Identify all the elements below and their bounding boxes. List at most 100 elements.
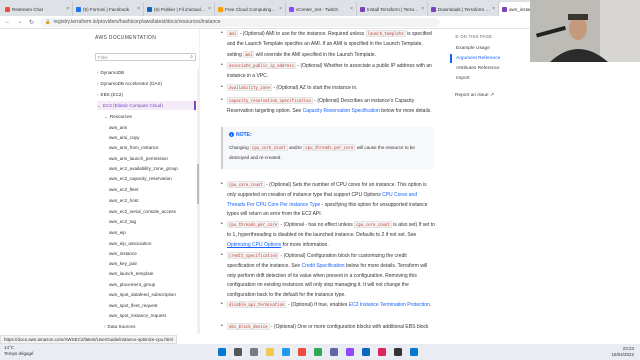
toc-example-usage[interactable]: Example Usage bbox=[456, 46, 490, 51]
arg-cpu-threads-per-core: • cpu_threads_per_core - (Optional - has … bbox=[221, 221, 435, 248]
tab-aws[interactable]: Free Cloud Computing Serv...× bbox=[215, 2, 286, 16]
sidebar-item[interactable]: aws_ec2_fleet bbox=[109, 185, 138, 194]
bullet: • bbox=[221, 323, 223, 329]
doc-content: • ami - (Optional) AMI to use for the ins… bbox=[221, 29, 436, 334]
back-icon[interactable]: ← bbox=[4, 19, 11, 25]
sidebar-item[interactable]: aws_key_pair bbox=[109, 259, 137, 268]
terminal-icon[interactable] bbox=[394, 348, 402, 356]
close-icon[interactable]: × bbox=[66, 6, 69, 12]
tab-install-terraform[interactable]: Install Terraform | Terraform × bbox=[357, 2, 428, 16]
search-icon[interactable] bbox=[234, 348, 242, 356]
toc-attributes-reference[interactable]: Attributes Reference bbox=[456, 66, 500, 71]
sidebar-scroll-thumb[interactable] bbox=[197, 164, 199, 204]
sidebar-item[interactable]: › DynamoDB Accelerator (DAX) bbox=[97, 79, 162, 88]
report-issue-link[interactable]: Report an issue ↗ bbox=[455, 93, 494, 98]
tab-downloads-terraform[interactable]: Downloads | Terraform by H...× bbox=[428, 2, 499, 16]
sidebar-item[interactable]: aws_ec2_tag bbox=[109, 217, 136, 226]
sidebar-title: AWS DOCUMENTATION bbox=[95, 35, 157, 41]
url-input[interactable]: 🔒 registry.terraform.io/providers/hashic… bbox=[40, 17, 440, 27]
restream-icon bbox=[5, 6, 10, 12]
arg-availability-zone: • availability_zone - (Optional) AZ to st… bbox=[221, 84, 358, 91]
webcam-person-image bbox=[530, 0, 640, 62]
sidebar-item[interactable]: aws_ami_copy bbox=[109, 133, 139, 142]
sidebar-item[interactable]: ⌄ EC2 (Elastic Compute Cloud) bbox=[97, 101, 196, 110]
sidebar-item[interactable]: aws_spot_fleet_request bbox=[109, 301, 158, 310]
sidebar-item[interactable]: aws_ami_from_instance bbox=[109, 143, 159, 152]
app-icon[interactable] bbox=[298, 348, 306, 356]
docs-sidebar: AWS DOCUMENTATION Filter ⌕ › DynamoDB › Dyna… bbox=[0, 29, 200, 334]
arg-cpu-core-count: • cpu_core_count - (Optional) Sets the nu… bbox=[221, 181, 428, 218]
sidebar-item[interactable]: aws_placement_group bbox=[109, 280, 155, 289]
weather-widget[interactable]: 14°C Temps dégagé bbox=[4, 345, 34, 357]
close-icon[interactable]: × bbox=[421, 6, 424, 12]
close-icon[interactable]: × bbox=[279, 6, 282, 12]
sidebar-item[interactable]: › Data Sources bbox=[104, 322, 135, 331]
bullet: • bbox=[221, 62, 223, 68]
webcam-overlay bbox=[530, 0, 640, 62]
teams-icon[interactable] bbox=[330, 348, 338, 356]
sidebar-item[interactable]: ⌄ Resources bbox=[104, 112, 132, 121]
file-explorer-icon[interactable] bbox=[266, 348, 274, 356]
terraform-icon bbox=[502, 6, 507, 12]
close-icon[interactable]: × bbox=[492, 6, 495, 12]
close-icon[interactable]: × bbox=[208, 6, 211, 12]
sidebar-item[interactable]: aws_spot_datafeed_subscription bbox=[109, 290, 176, 299]
info-icon: i bbox=[229, 132, 234, 137]
facebook-icon bbox=[76, 6, 81, 12]
tab-restream[interactable]: Restream Chat × bbox=[2, 2, 73, 16]
terraform-icon bbox=[431, 6, 436, 12]
bullet: • bbox=[221, 97, 223, 103]
arg-disable-api-termination: • disable_api_termination - (Optional) If… bbox=[221, 301, 432, 308]
system-tray-clock[interactable]: 23:23 16/04/2022 bbox=[611, 346, 634, 358]
optimizing-cpu-link[interactable]: Optimizing CPU Options bbox=[227, 242, 281, 248]
capacity-reservation-link[interactable]: Capacity Reservation Specification bbox=[303, 108, 380, 114]
tab-linkedin[interactable]: (6) Publier | Fil d'actualité | × bbox=[144, 2, 215, 16]
close-icon[interactable]: × bbox=[137, 6, 140, 12]
tab-twitch[interactable]: vCenter_net - Twitch × bbox=[286, 2, 357, 16]
terraform-icon bbox=[360, 6, 365, 12]
credit-specification-link[interactable]: Credit Specification bbox=[302, 263, 345, 269]
chevron-icon: › bbox=[104, 324, 106, 329]
chevron-icon: › bbox=[97, 92, 99, 97]
tab-facebook[interactable]: (5) Formini | Facebook × bbox=[73, 2, 144, 16]
note-text: Changing cpu_core_count and/or cpu_threa… bbox=[229, 144, 415, 160]
search-icon: ⌕ bbox=[190, 54, 193, 60]
sidebar-item[interactable]: aws_spot_instance_request bbox=[109, 311, 166, 320]
sidebar-item[interactable]: aws_ami bbox=[109, 123, 127, 132]
start-icon[interactable] bbox=[218, 348, 226, 356]
sidebar-item[interactable]: aws_instance bbox=[109, 249, 137, 258]
note-title: NOTE: bbox=[236, 132, 252, 138]
sidebar-item[interactable]: aws_ec2_availability_zone_group bbox=[109, 164, 178, 173]
chevron-icon: › bbox=[97, 70, 99, 75]
lock-icon: 🔒 bbox=[45, 19, 51, 24]
app-icon[interactable] bbox=[378, 348, 386, 356]
sidebar-item[interactable]: aws_ami_launch_permission bbox=[109, 154, 168, 163]
close-icon[interactable]: × bbox=[350, 6, 353, 12]
url-text: registry.terraform.io/providers/hashicor… bbox=[53, 19, 221, 25]
edge-icon[interactable] bbox=[282, 348, 290, 356]
sidebar-item[interactable]: aws_launch_template bbox=[109, 269, 153, 278]
sidebar-item[interactable]: aws_eip_association bbox=[109, 239, 151, 248]
termination-protection-link[interactable]: EC2 Instance Termination Protection bbox=[349, 302, 430, 308]
vscode-icon[interactable] bbox=[410, 348, 418, 356]
taskbar: 14°C Temps dégagé 23:23 16/04/2022 bbox=[0, 344, 640, 360]
sidebar-item[interactable]: › EBS (EC2) bbox=[97, 90, 123, 99]
app-icon[interactable] bbox=[346, 348, 354, 356]
reload-icon[interactable]: ↻ bbox=[28, 19, 35, 26]
sidebar-item[interactable]: aws_ec2_capacity_reservation bbox=[109, 174, 172, 183]
aws-icon bbox=[218, 6, 223, 12]
toc-active-indicator bbox=[450, 54, 452, 63]
chrome-icon[interactable] bbox=[314, 348, 322, 356]
sidebar-item[interactable]: aws_ec2_host bbox=[109, 196, 138, 205]
toc-argument-reference[interactable]: Argument Reference bbox=[456, 56, 500, 61]
sidebar-item[interactable]: aws_ec2_serial_console_access bbox=[109, 207, 176, 216]
task-view-icon[interactable] bbox=[250, 348, 258, 356]
bullet: • bbox=[221, 181, 223, 187]
forward-icon[interactable]: → bbox=[16, 19, 23, 25]
status-url-tooltip: https://docs.aws.amazon.com/AWSEC2/lates… bbox=[0, 335, 177, 344]
sidebar-filter-input[interactable]: Filter ⌕ bbox=[95, 53, 196, 61]
app-icon[interactable] bbox=[362, 348, 370, 356]
toc-import[interactable]: Import bbox=[456, 76, 470, 81]
sidebar-item[interactable]: aws_eip bbox=[109, 228, 126, 237]
sidebar-item[interactable]: › DynamoDB bbox=[97, 68, 124, 77]
